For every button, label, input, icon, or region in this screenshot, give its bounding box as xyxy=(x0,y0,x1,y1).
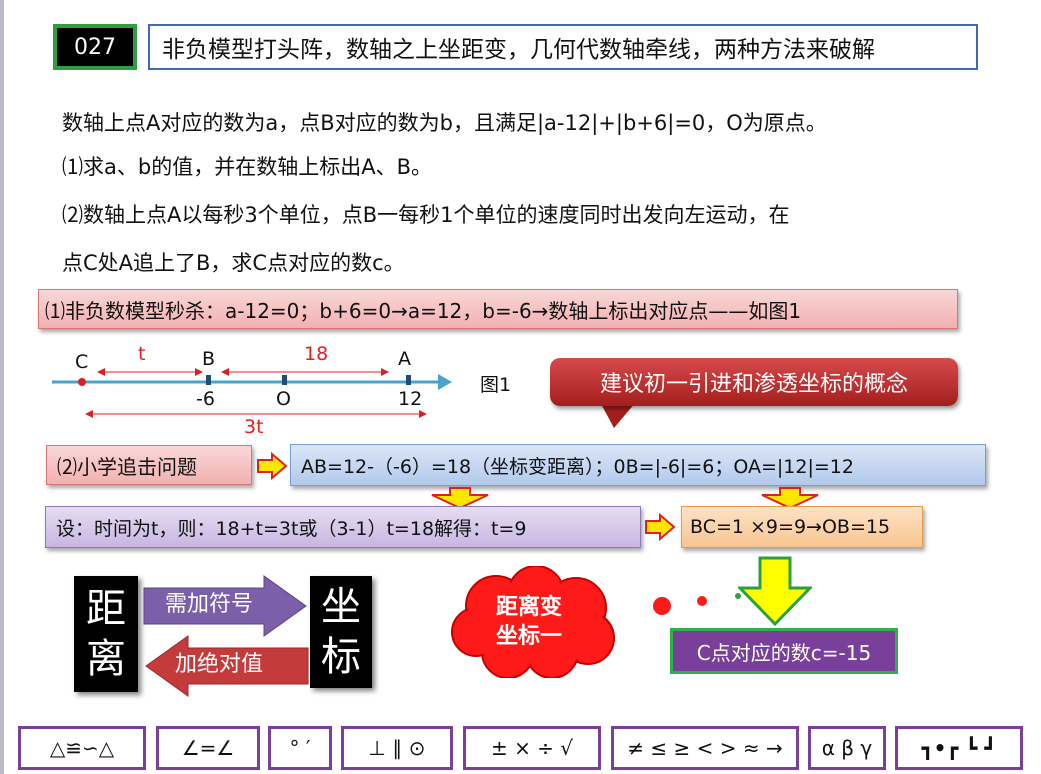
label-dist-18: 18 xyxy=(304,343,329,365)
problem-line-1: 数轴上点A对应的数为a，点B对应的数为b，且满足|a-12|+|b+6|=0，O… xyxy=(62,111,827,135)
tick-label-o: O xyxy=(276,388,291,410)
left-edge-bar xyxy=(0,0,4,774)
tick-o xyxy=(282,375,287,385)
arrow-right-icon-2 xyxy=(645,513,676,541)
problem-number-badge: 027 xyxy=(53,24,137,70)
step2-label-box: ⑵小学追击问题 xyxy=(46,445,252,485)
coordinate-char-1: 坐 xyxy=(321,584,361,630)
symbol-button-angle[interactable]: ∠=∠ xyxy=(156,726,260,770)
symbol-button-greek[interactable]: α β γ xyxy=(808,726,886,770)
label-c: C xyxy=(75,351,89,373)
symbol-button-operators[interactable]: ± × ÷ √ xyxy=(463,726,601,770)
label-dist-t: t xyxy=(138,343,146,365)
problem-line-2: ⑴求a、b的值，并在数轴上标出A、B。 xyxy=(62,155,432,179)
problem-line-4: 点C处A追上了B，求C点对应的数c。 xyxy=(62,251,405,275)
answer-box: C点对应的数c=-15 xyxy=(670,628,898,674)
problem-title: 非负模型打头阵，数轴之上坐距变，几何代数轴牵线，两种方法来破解 xyxy=(148,24,978,70)
figure-label: 图1 xyxy=(480,374,512,396)
callout-suggestion: 建议初一引进和渗透坐标的概念 xyxy=(550,358,958,406)
cloud-shape xyxy=(451,566,615,678)
tick-a xyxy=(406,375,411,385)
label-a: A xyxy=(398,348,411,370)
arrow-right-label: 需加符号 xyxy=(165,592,254,617)
axis-arrowhead xyxy=(438,374,452,390)
point-c xyxy=(78,378,86,386)
tick-label-neg6: -6 xyxy=(196,388,215,410)
tick-b xyxy=(206,375,211,385)
distance-block: 距 离 xyxy=(74,576,138,692)
symbol-button-relations[interactable]: ≠ ≤ ≥ < > ≈ → xyxy=(611,726,799,770)
label-dist-3t: 3t xyxy=(244,416,264,438)
step4-result-box: BC=1 ×9=9→OB=15 xyxy=(681,506,923,548)
coordinate-block: 坐 标 xyxy=(310,576,372,688)
step2-formula-box: AB=12-（-6）=18（坐标变距离）；0B=|-6|=6；OA=|12|=1… xyxy=(290,444,986,486)
symbol-button-degree[interactable]: ° ′ xyxy=(268,726,332,770)
arrow-right-icon xyxy=(257,452,288,480)
label-b: B xyxy=(202,348,216,370)
symbol-button-congruence[interactable]: △≌∽△ xyxy=(18,726,146,770)
distance-char-2: 离 xyxy=(86,636,126,682)
coordinate-char-2: 标 xyxy=(321,634,361,680)
cloud-text-line-2: 坐标一 xyxy=(496,624,563,649)
arrow-left-label: 加绝对值 xyxy=(175,652,264,677)
cloud-text-line-1: 距离变 xyxy=(496,595,563,620)
step3-equation-box: 设：时间为t，则：18+t=3t或（3-1）t=18解得：t=9 xyxy=(45,506,641,548)
step1-box: ⑴非负数模型秒杀：a-12=0；b+6=0→a=12，b=-6→数轴上标出对应点… xyxy=(38,289,958,329)
problem-line-3: ⑵数轴上点A以每秒3个单位，点B一每秒1个单位的速度同时出发向左运动，在 xyxy=(62,203,790,227)
symbol-button-perpendicular[interactable]: ⊥ ∥ ⊙ xyxy=(341,726,453,770)
distance-char-1: 距 xyxy=(86,586,126,632)
tick-label-12: 12 xyxy=(398,388,423,410)
thought-dots xyxy=(653,593,741,615)
symbol-button-brackets[interactable]: ┓•┏ ┗ ┛ xyxy=(895,726,1023,770)
